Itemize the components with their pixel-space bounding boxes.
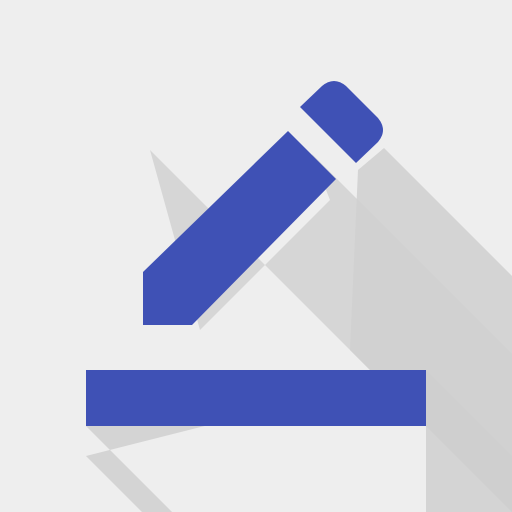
edit-underline-icon <box>0 0 512 512</box>
app-icon-canvas <box>0 0 512 512</box>
app-icon-tile <box>0 0 512 512</box>
underline-bar <box>86 370 426 426</box>
